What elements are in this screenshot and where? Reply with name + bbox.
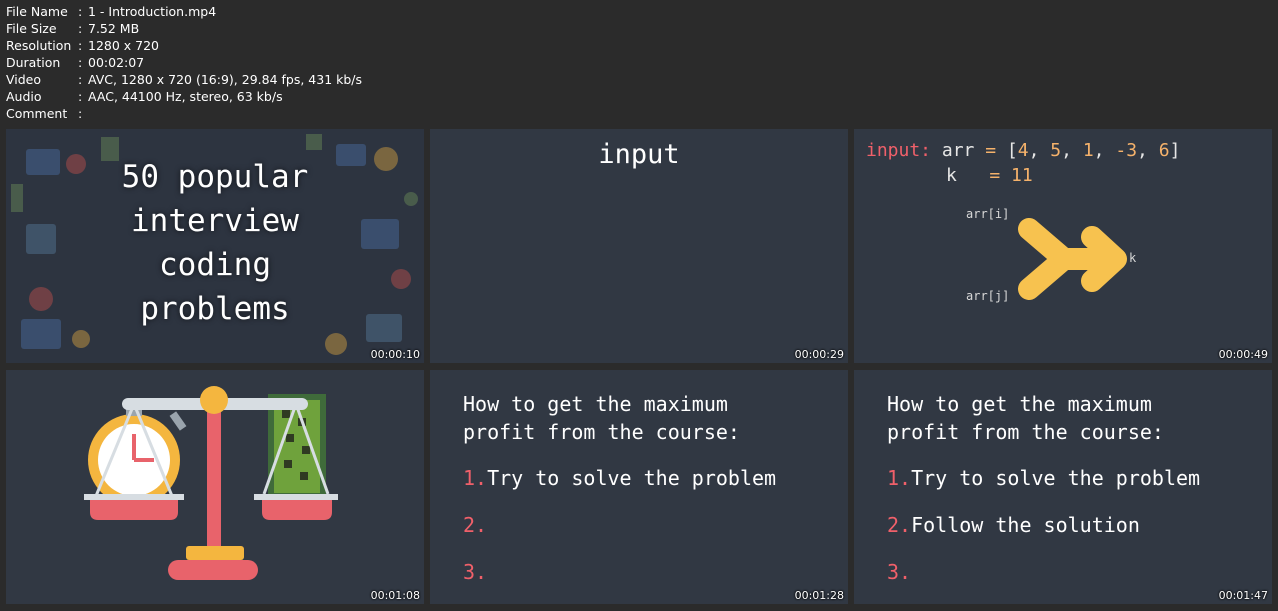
info-row-audio: Audio : AAC, 44100 Hz, stereo, 63 kb/s bbox=[6, 88, 362, 105]
frame-timestamp: 00:01:47 bbox=[1218, 589, 1268, 602]
info-value: AVC, 1280 x 720 (16:9), 29.84 fps, 431 k… bbox=[88, 72, 363, 87]
file-info-panel: File Name : 1 - Introduction.mp4 File Si… bbox=[6, 3, 362, 122]
title-line: 50 popular bbox=[121, 159, 309, 195]
info-value: AAC, 44100 Hz, stereo, 63 kb/s bbox=[88, 89, 283, 104]
heading-line: How to get the maximum bbox=[463, 392, 728, 416]
title-line: problems bbox=[140, 291, 290, 327]
title-line: interview bbox=[131, 203, 299, 239]
info-value: 1280 x 720 bbox=[88, 38, 160, 53]
list-item: 1.Try to solve the problem bbox=[463, 466, 776, 490]
info-row-resolution: Resolution : 1280 x 720 bbox=[6, 37, 362, 54]
info-key: File Size bbox=[6, 21, 57, 36]
item-number: 3. bbox=[887, 560, 912, 584]
slide-word: input bbox=[598, 139, 680, 170]
item-text: Try to solve the problem bbox=[487, 466, 777, 490]
thumbnail-frame-5[interactable]: How to get the maximum profit from the c… bbox=[430, 370, 848, 604]
list-item: 3. bbox=[887, 560, 911, 584]
list-item: 2. bbox=[463, 513, 487, 537]
info-key: File Name bbox=[6, 4, 68, 19]
balance-scale-icon bbox=[84, 386, 338, 580]
heading-line: profit from the course: bbox=[463, 420, 740, 444]
item-number: 1. bbox=[887, 466, 912, 490]
slide-heading: How to get the maximum profit from the c… bbox=[887, 390, 1164, 446]
frame-timestamp: 00:01:28 bbox=[794, 589, 844, 602]
thumbnail-frame-3[interactable]: input: arr = [4, 5, 1, -3, 6] k = 11 arr… bbox=[854, 129, 1272, 363]
info-row-duration: Duration : 00:02:07 bbox=[6, 54, 362, 71]
frame-timestamp: 00:00:29 bbox=[794, 348, 844, 361]
frame-timestamp: 00:01:08 bbox=[370, 589, 420, 602]
info-value: 7.52 MB bbox=[88, 21, 140, 36]
info-separator: : bbox=[78, 106, 83, 121]
heading-line: profit from the course: bbox=[887, 420, 1164, 444]
frame-timestamp: 00:00:10 bbox=[370, 348, 420, 361]
info-key: Audio bbox=[6, 89, 42, 104]
thumbnail-frame-6[interactable]: How to get the maximum profit from the c… bbox=[854, 370, 1272, 604]
frame-timestamp: 00:00:49 bbox=[1218, 348, 1268, 361]
item-number: 1. bbox=[463, 466, 488, 490]
title-line: coding bbox=[159, 247, 271, 283]
thumbnail-frame-4[interactable]: 00:01:08 bbox=[6, 370, 424, 604]
info-value: 1 - Introduction.mp4 bbox=[88, 4, 217, 19]
merge-arrow-icon bbox=[1018, 218, 1127, 300]
info-row-comment: Comment : bbox=[6, 105, 362, 122]
item-text: Follow the solution bbox=[911, 513, 1140, 537]
info-row-video: Video : AVC, 1280 x 720 (16:9), 29.84 fp… bbox=[6, 71, 362, 88]
info-row-file-name: File Name : 1 - Introduction.mp4 bbox=[6, 3, 362, 20]
info-value: 00:02:07 bbox=[88, 55, 145, 70]
info-separator: : bbox=[78, 89, 83, 104]
list-item: 1.Try to solve the problem bbox=[887, 466, 1200, 490]
slide-title: 50 popular interview coding problems bbox=[6, 155, 424, 331]
slide-heading: How to get the maximum profit from the c… bbox=[463, 390, 740, 446]
item-number: 2. bbox=[887, 513, 912, 537]
info-separator: : bbox=[78, 38, 83, 53]
info-key: Video bbox=[6, 72, 42, 87]
item-number: 3. bbox=[463, 560, 488, 584]
info-separator: : bbox=[78, 21, 83, 36]
info-separator: : bbox=[78, 55, 83, 70]
info-key: Resolution bbox=[6, 38, 72, 53]
info-key: Comment bbox=[6, 106, 68, 121]
list-item: 2.Follow the solution bbox=[887, 513, 1140, 537]
info-separator: : bbox=[78, 4, 83, 19]
info-key: Duration bbox=[6, 55, 61, 70]
item-text: Try to solve the problem bbox=[911, 466, 1201, 490]
info-row-file-size: File Size : 7.52 MB bbox=[6, 20, 362, 37]
info-separator: : bbox=[78, 72, 83, 87]
list-item: 3. bbox=[463, 560, 487, 584]
thumbnail-frame-2[interactable]: input 00:00:29 bbox=[430, 129, 848, 363]
item-number: 2. bbox=[463, 513, 488, 537]
heading-line: How to get the maximum bbox=[887, 392, 1152, 416]
thumbnail-frame-1[interactable]: 50 popular interview coding problems 00:… bbox=[6, 129, 424, 363]
